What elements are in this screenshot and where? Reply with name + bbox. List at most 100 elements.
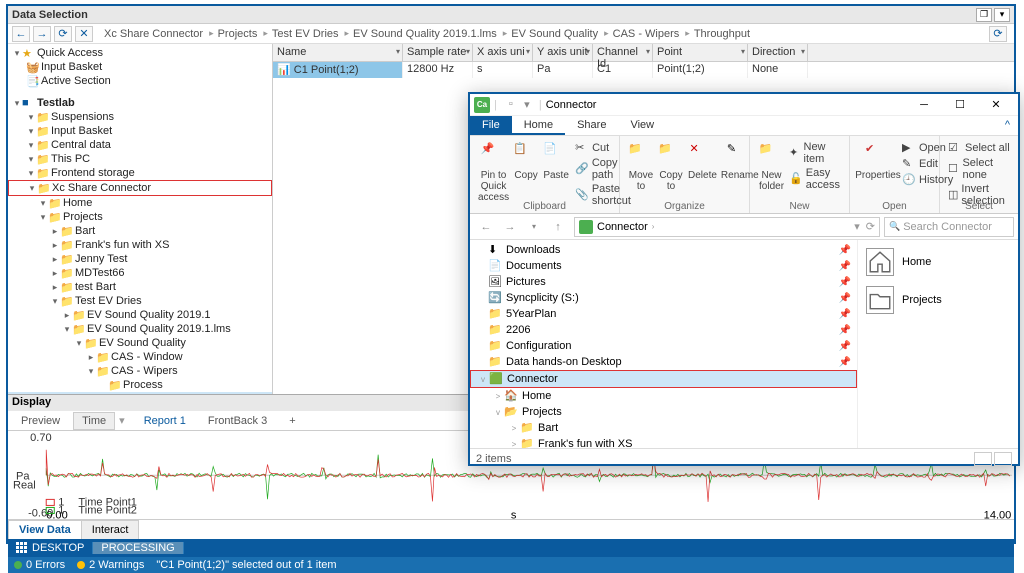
- explorer-tree-item[interactable]: 🔄Syncplicity (S:)📌: [470, 290, 857, 306]
- share-tab[interactable]: Share: [565, 116, 618, 135]
- column-header[interactable]: Point▾: [653, 44, 748, 61]
- new-folder-button[interactable]: 📁New folder: [756, 140, 787, 194]
- restore-button[interactable]: ❐: [976, 8, 992, 22]
- explorer-tree-item[interactable]: 📄Documents📌: [470, 258, 857, 274]
- search-input[interactable]: Search Connector: [884, 217, 1014, 237]
- refresh-icon[interactable]: ⟳: [866, 220, 875, 233]
- table-row[interactable]: 📊 C1 Point(1;2)12800 HzsPaC1Point(1;2)No…: [273, 62, 1014, 78]
- processing-mode[interactable]: PROCESSING: [93, 542, 183, 554]
- file-tab[interactable]: File: [470, 116, 512, 135]
- refresh-button[interactable]: ⟳: [54, 26, 72, 42]
- tree-node[interactable]: ▾📁CAS - Wipers: [8, 364, 272, 378]
- select-none-button[interactable]: ☐Select none: [946, 156, 1012, 182]
- tree-node[interactable]: ▾📁Central data: [8, 138, 272, 152]
- tree-node[interactable]: ▾📁Frontend storage: [8, 166, 272, 180]
- column-header[interactable]: Y axis unit▾: [533, 44, 593, 61]
- easy-access-button[interactable]: 🔓Easy access: [787, 166, 843, 192]
- view-data-tab[interactable]: View Data: [8, 520, 82, 539]
- breadcrumb-item[interactable]: CAS - Wipers: [613, 28, 680, 40]
- tree-node[interactable]: ▸📁Frank's fun with XS: [8, 238, 272, 252]
- properties-button[interactable]: ✔Properties: [856, 140, 900, 188]
- tree-node[interactable]: ▾📁Home: [8, 196, 272, 210]
- back-button[interactable]: ←: [474, 217, 498, 237]
- back-button[interactable]: ←: [12, 26, 30, 42]
- tree-node[interactable]: ▾📁Xc Share Connector: [8, 180, 272, 196]
- tree-node[interactable]: ▾📁Suspensions: [8, 110, 272, 124]
- breadcrumb-item[interactable]: Throughput: [694, 28, 750, 40]
- stop-button[interactable]: ✕: [75, 26, 93, 42]
- explorer-tree-item[interactable]: 🖼Pictures📌: [470, 274, 857, 290]
- history-dropdown-icon[interactable]: ▾: [522, 217, 546, 237]
- close-button[interactable]: ✕: [978, 95, 1014, 115]
- move-to-button[interactable]: 📁Move to: [626, 140, 656, 194]
- tree-node[interactable]: 📑Active Section: [8, 74, 272, 88]
- collapse-button[interactable]: ▾: [994, 8, 1010, 22]
- tree-node[interactable]: ▸📁EV Sound Quality 2019.1: [8, 308, 272, 322]
- tree-node[interactable]: ▸📁test Bart: [8, 280, 272, 294]
- ribbon-collapse-icon[interactable]: ^: [997, 116, 1018, 135]
- add-tab-button[interactable]: +: [280, 412, 304, 430]
- explorer-tree-item[interactable]: v📂Projects: [470, 404, 857, 420]
- explorer-tree-item[interactable]: 📁Configuration📌: [470, 338, 857, 354]
- tree-node[interactable]: ▾📁Projects: [8, 210, 272, 224]
- qat-button[interactable]: ▫: [503, 98, 519, 111]
- explorer-tree-item[interactable]: >📁Bart: [470, 420, 857, 436]
- breadcrumb-item[interactable]: Projects: [218, 28, 258, 40]
- explorer-tree-item[interactable]: 📁2206📌: [470, 322, 857, 338]
- tree-node[interactable]: 📁Throughput: [8, 392, 272, 394]
- maximize-button[interactable]: ☐: [942, 95, 978, 115]
- column-header[interactable]: Direction▾: [748, 44, 808, 61]
- display-tab[interactable]: Time: [73, 412, 115, 430]
- breadcrumb-item[interactable]: EV Sound Quality 2019.1.lms: [353, 28, 497, 40]
- address-field[interactable]: Connector › ▾ ⟳: [574, 217, 880, 237]
- breadcrumb-item[interactable]: Xc Share Connector: [104, 28, 203, 40]
- home-tab[interactable]: Home: [512, 116, 565, 135]
- paste-button[interactable]: 📄Paste: [541, 140, 571, 208]
- explorer-tree-item[interactable]: >📁Frank's fun with XS: [470, 436, 857, 448]
- copy-button[interactable]: 📋Copy: [511, 140, 541, 208]
- interact-tab[interactable]: Interact: [81, 520, 140, 539]
- copy-to-button[interactable]: 📁Copy to: [656, 140, 686, 194]
- tree-node[interactable]: ▸📁Jenny Test: [8, 252, 272, 266]
- pin-quick-access-button[interactable]: 📌Pin to Quick access: [476, 140, 511, 208]
- tree-node[interactable]: ▾📁Input Basket: [8, 124, 272, 138]
- icons-view-button[interactable]: [994, 452, 1012, 466]
- new-item-button[interactable]: ✦New item: [787, 140, 843, 166]
- explorer-tree-item[interactable]: 📁5YearPlan📌: [470, 306, 857, 322]
- tree-node[interactable]: ▸📁MDTest66: [8, 266, 272, 280]
- display-tab[interactable]: Preview: [12, 412, 69, 430]
- tree-node[interactable]: ▾📁Test EV Dries: [8, 294, 272, 308]
- desktop-mode[interactable]: DESKTOP: [8, 542, 93, 554]
- dropdown-icon[interactable]: ▾: [854, 220, 860, 233]
- tree-node[interactable]: ▸📁Bart: [8, 224, 272, 238]
- column-header[interactable]: X axis uni▾: [473, 44, 533, 61]
- tree-node[interactable]: ▾📁This PC: [8, 152, 272, 166]
- column-header[interactable]: Name▾: [273, 44, 403, 61]
- tree-node[interactable]: ▾📁EV Sound Quality: [8, 336, 272, 350]
- up-button[interactable]: ↑: [546, 217, 570, 237]
- refresh-right-button[interactable]: ⟳: [989, 26, 1007, 42]
- qat-button[interactable]: ▾: [519, 98, 535, 111]
- select-all-button[interactable]: ☑Select all: [946, 140, 1012, 156]
- column-header[interactable]: Sample rate▾: [403, 44, 473, 61]
- testlab-root[interactable]: ▾■Testlab: [8, 96, 272, 110]
- warnings-status[interactable]: 2 Warnings: [77, 559, 144, 571]
- delete-button[interactable]: ✕Delete: [686, 140, 719, 194]
- details-view-button[interactable]: [974, 452, 992, 466]
- home-item[interactable]: Home: [866, 248, 1010, 276]
- breadcrumb-item[interactable]: EV Sound Quality: [511, 28, 598, 40]
- display-tab[interactable]: FrontBack 3: [199, 412, 276, 430]
- view-tab[interactable]: View: [618, 116, 666, 135]
- tree-node[interactable]: ▸📁CAS - Window: [8, 350, 272, 364]
- tree-node[interactable]: 🧺Input Basket: [8, 60, 272, 74]
- explorer-tree-item[interactable]: >🏠Home: [470, 388, 857, 404]
- minimize-button[interactable]: ─: [906, 95, 942, 115]
- projects-item[interactable]: Projects: [866, 286, 1010, 314]
- explorer-tree-item[interactable]: v🟩Connector: [470, 370, 857, 388]
- forward-button[interactable]: →: [33, 26, 51, 42]
- display-tab[interactable]: Report 1: [135, 412, 195, 430]
- tree-node[interactable]: ▾📁EV Sound Quality 2019.1.lms: [8, 322, 272, 336]
- quick-access-node[interactable]: ▾★Quick Access: [8, 46, 272, 60]
- forward-button[interactable]: →: [498, 217, 522, 237]
- breadcrumb-item[interactable]: Test EV Dries: [272, 28, 339, 40]
